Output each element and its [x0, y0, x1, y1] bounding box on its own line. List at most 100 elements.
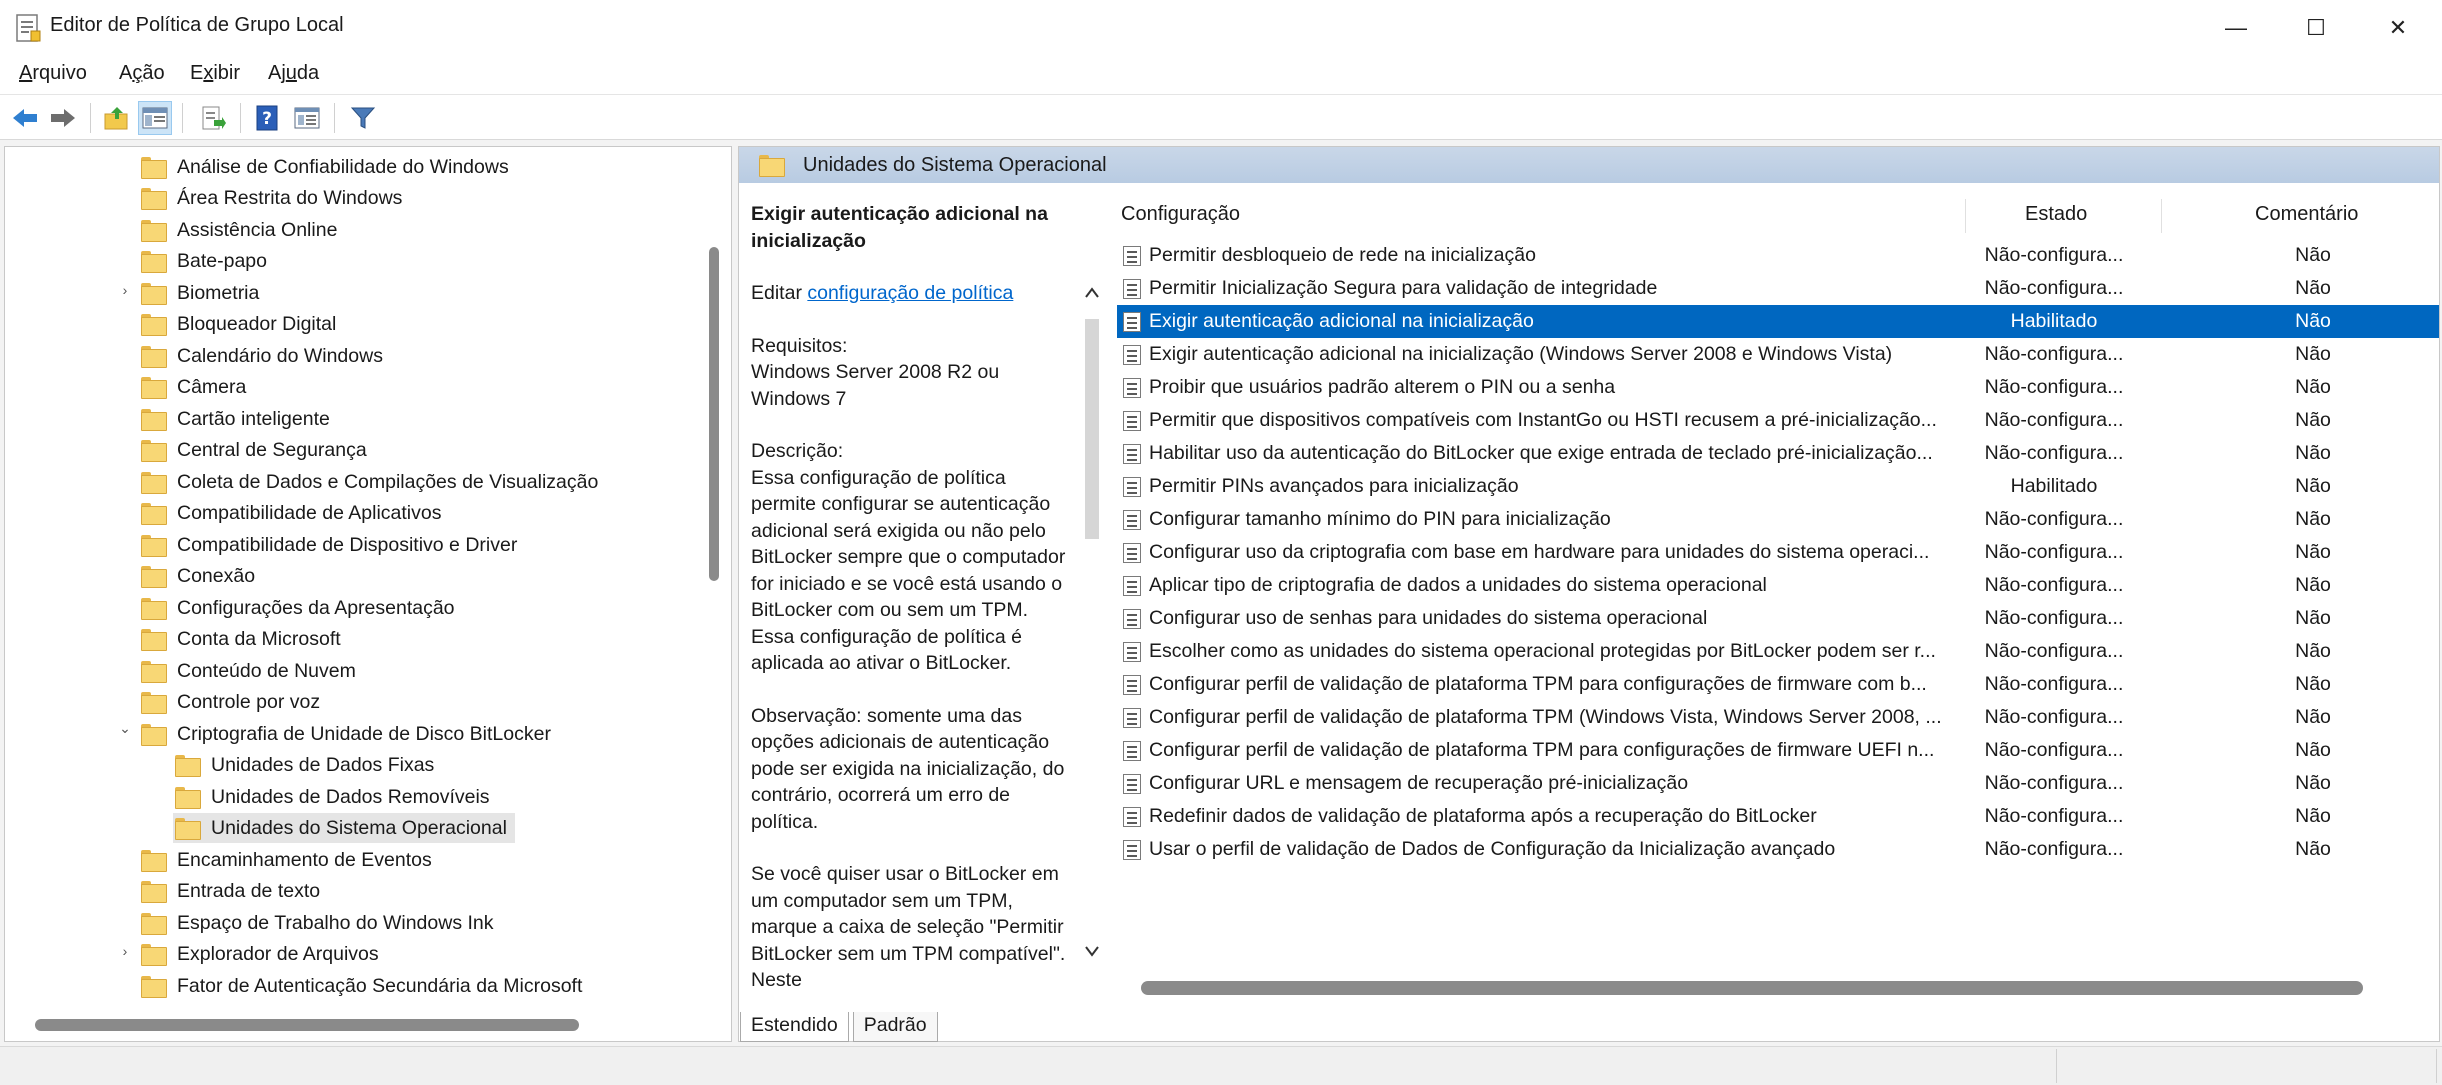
tree-item-selected[interactable]: Unidades do Sistema Operacional [173, 813, 515, 843]
settings-list: Configuração Estado Comentário Permitir … [1117, 189, 2439, 1029]
help-icon[interactable]: ? [250, 101, 284, 135]
tree-item[interactable]: Coleta de Dados e Compilações de Visuali… [141, 467, 598, 497]
edit-policy-link[interactable]: configuração de política [807, 282, 1013, 304]
setting-comment: Não [2295, 739, 2331, 761]
forward-arrow-icon[interactable] [46, 101, 80, 135]
description-scroll-thumb[interactable] [1085, 319, 1099, 539]
tree-item[interactable]: Configurações da Apresentação [141, 593, 455, 623]
setting-row[interactable]: Exigir autenticação adicional na inicial… [1117, 338, 2439, 371]
tree-horizontal-scrollbar[interactable] [35, 1019, 579, 1031]
column-header-comment[interactable]: Comentário [2255, 203, 2358, 226]
tree-item[interactable]: Área Restrita do Windows [141, 183, 402, 213]
chevron-right-icon[interactable]: › [117, 943, 133, 959]
requirements-block: Requisitos: Windows Server 2008 R2 ou Win… [751, 333, 1071, 413]
filter-icon[interactable] [346, 101, 380, 135]
setting-row[interactable]: Configurar URL e mensagem de recuperação… [1117, 767, 2439, 800]
setting-comment: Não [2295, 673, 2331, 695]
menu-exibir[interactable]: Exibir [190, 62, 240, 85]
menu-ajuda[interactable]: Ajuda [268, 62, 319, 85]
column-header-state[interactable]: Estado [2025, 203, 2087, 226]
export-list-icon[interactable] [196, 101, 230, 135]
tree-item[interactable]: Controle por voz [141, 687, 320, 717]
folder-icon [141, 881, 167, 903]
description-block: Descrição: Essa configuração de política … [751, 438, 1071, 677]
folder-icon [141, 472, 167, 494]
tree-item[interactable]: Explorador de Arquivos [141, 939, 379, 969]
gpedit-window: Editor de Política de Grupo Local — ☐ ✕ … [0, 0, 2442, 1085]
chevron-right-icon[interactable]: › [117, 282, 133, 298]
column-header-config[interactable]: Configuração [1121, 203, 1240, 226]
chevron-down-icon[interactable]: ⌄ [117, 720, 133, 737]
show-hide-tree-icon[interactable] [138, 101, 172, 135]
column-divider[interactable] [2161, 199, 2162, 233]
tree-item[interactable]: Compatibilidade de Dispositivo e Driver [141, 530, 517, 560]
tree-vertical-scrollbar[interactable] [709, 247, 719, 581]
minimize-button[interactable]: — [2196, 0, 2276, 56]
tree-item[interactable]: Conta da Microsoft [141, 624, 341, 654]
tree-item[interactable]: Análise de Confiabilidade do Windows [141, 152, 509, 182]
tree-pane[interactable]: Análise de Confiabilidade do Windows Áre… [4, 146, 732, 1042]
tree-item[interactable]: Encaminhamento de Eventos [141, 845, 432, 875]
setting-row[interactable]: Configurar perfil de validação de plataf… [1117, 701, 2439, 734]
column-divider[interactable] [1965, 199, 1966, 233]
back-arrow-icon[interactable] [8, 101, 42, 135]
policy-setting-icon [1123, 377, 1141, 398]
list-horizontal-scrollbar[interactable] [1141, 981, 2363, 995]
menu-acao[interactable]: Ação [119, 62, 165, 85]
close-button[interactable]: ✕ [2358, 0, 2438, 56]
setting-row[interactable]: Habilitar uso da autenticação do BitLock… [1117, 437, 2439, 470]
setting-name: Escolher como as unidades do sistema ope… [1149, 640, 1936, 662]
tab-estendido[interactable]: Estendido [740, 1012, 849, 1042]
tree-item[interactable]: Bate-papo [141, 246, 267, 276]
policy-setting-icon [1123, 245, 1141, 266]
setting-row[interactable]: Permitir PINs avançados para inicializaç… [1117, 470, 2439, 503]
tree-item-label: Calendário do Windows [177, 344, 383, 367]
status-divider [2056, 1049, 2057, 1083]
tree-item[interactable]: Fator de Autenticação Secundária da Micr… [141, 971, 582, 1001]
setting-state: Não-configura... [1984, 607, 2124, 629]
setting-row[interactable]: Configurar perfil de validação de plataf… [1117, 668, 2439, 701]
setting-row[interactable]: Aplicar tipo de criptografia de dados a … [1117, 569, 2439, 602]
setting-row[interactable]: Proibir que usuários padrão alterem o PI… [1117, 371, 2439, 404]
tab-padrao[interactable]: Padrão [852, 1012, 938, 1042]
setting-row[interactable]: Configurar uso de senhas para unidades d… [1117, 602, 2439, 635]
folder-icon [141, 377, 167, 399]
tree-item[interactable]: Calendário do Windows [141, 341, 383, 371]
tree-item[interactable]: Assistência Online [141, 215, 337, 245]
tree-item[interactable]: Central de Segurança [141, 435, 367, 465]
details-header: Unidades do Sistema Operacional [739, 147, 2439, 183]
properties-icon[interactable] [290, 101, 324, 135]
tree-item[interactable]: Compatibilidade de Aplicativos [141, 498, 442, 528]
tree-item[interactable]: Criptografia de Unidade de Disco BitLock… [141, 719, 551, 749]
setting-row[interactable]: Redefinir dados de validação de platafor… [1117, 800, 2439, 833]
window-title: Editor de Política de Grupo Local [50, 14, 344, 36]
setting-row[interactable]: Permitir Inicialização Segura para valid… [1117, 272, 2439, 305]
title-bar[interactable]: Editor de Política de Grupo Local — ☐ ✕ [0, 0, 2442, 56]
setting-row[interactable]: Configurar uso da criptografia com base … [1117, 536, 2439, 569]
folder-icon [141, 566, 167, 588]
setting-row[interactable]: Escolher como as unidades do sistema ope… [1117, 635, 2439, 668]
setting-row[interactable]: Permitir que dispositivos compatíveis co… [1117, 404, 2439, 437]
tree-item[interactable]: Conexão [141, 561, 255, 591]
tree-item[interactable]: Conteúdo de Nuvem [141, 656, 356, 686]
tree-item[interactable]: Unidades de Dados Removíveis [175, 782, 490, 812]
tree-item[interactable]: Biometria [141, 278, 259, 308]
menu-arquivo[interactable]: Arquivo [19, 62, 87, 85]
tree-item[interactable]: Espaço de Trabalho do Windows Ink [141, 908, 494, 938]
maximize-button[interactable]: ☐ [2276, 0, 2356, 56]
tree-item[interactable]: Cartão inteligente [141, 404, 330, 434]
setting-name: Permitir desbloqueio de rede na iniciali… [1149, 244, 1536, 266]
menu-acao-hotkey: ç [132, 62, 143, 84]
setting-row[interactable]: Configurar perfil de validação de plataf… [1117, 734, 2439, 767]
setting-row[interactable]: Configurar tamanho mínimo do PIN para in… [1117, 503, 2439, 536]
tree-item[interactable]: Bloqueador Digital [141, 309, 336, 339]
setting-row-selected[interactable]: Exigir autenticação adicional na inicial… [1117, 305, 2439, 338]
tree-item[interactable]: Entrada de texto [141, 876, 320, 906]
setting-state: Não-configura... [1984, 838, 2124, 860]
up-folder-icon[interactable] [100, 101, 134, 135]
setting-row[interactable]: Usar o perfil de validação de Dados de C… [1117, 833, 2439, 866]
tree-item[interactable]: Unidades de Dados Fixas [175, 750, 434, 780]
tree-item[interactable]: Câmera [141, 372, 246, 402]
setting-row[interactable]: Permitir desbloqueio de rede na iniciali… [1117, 239, 2439, 272]
tree-item-label: Encaminhamento de Eventos [177, 848, 432, 871]
